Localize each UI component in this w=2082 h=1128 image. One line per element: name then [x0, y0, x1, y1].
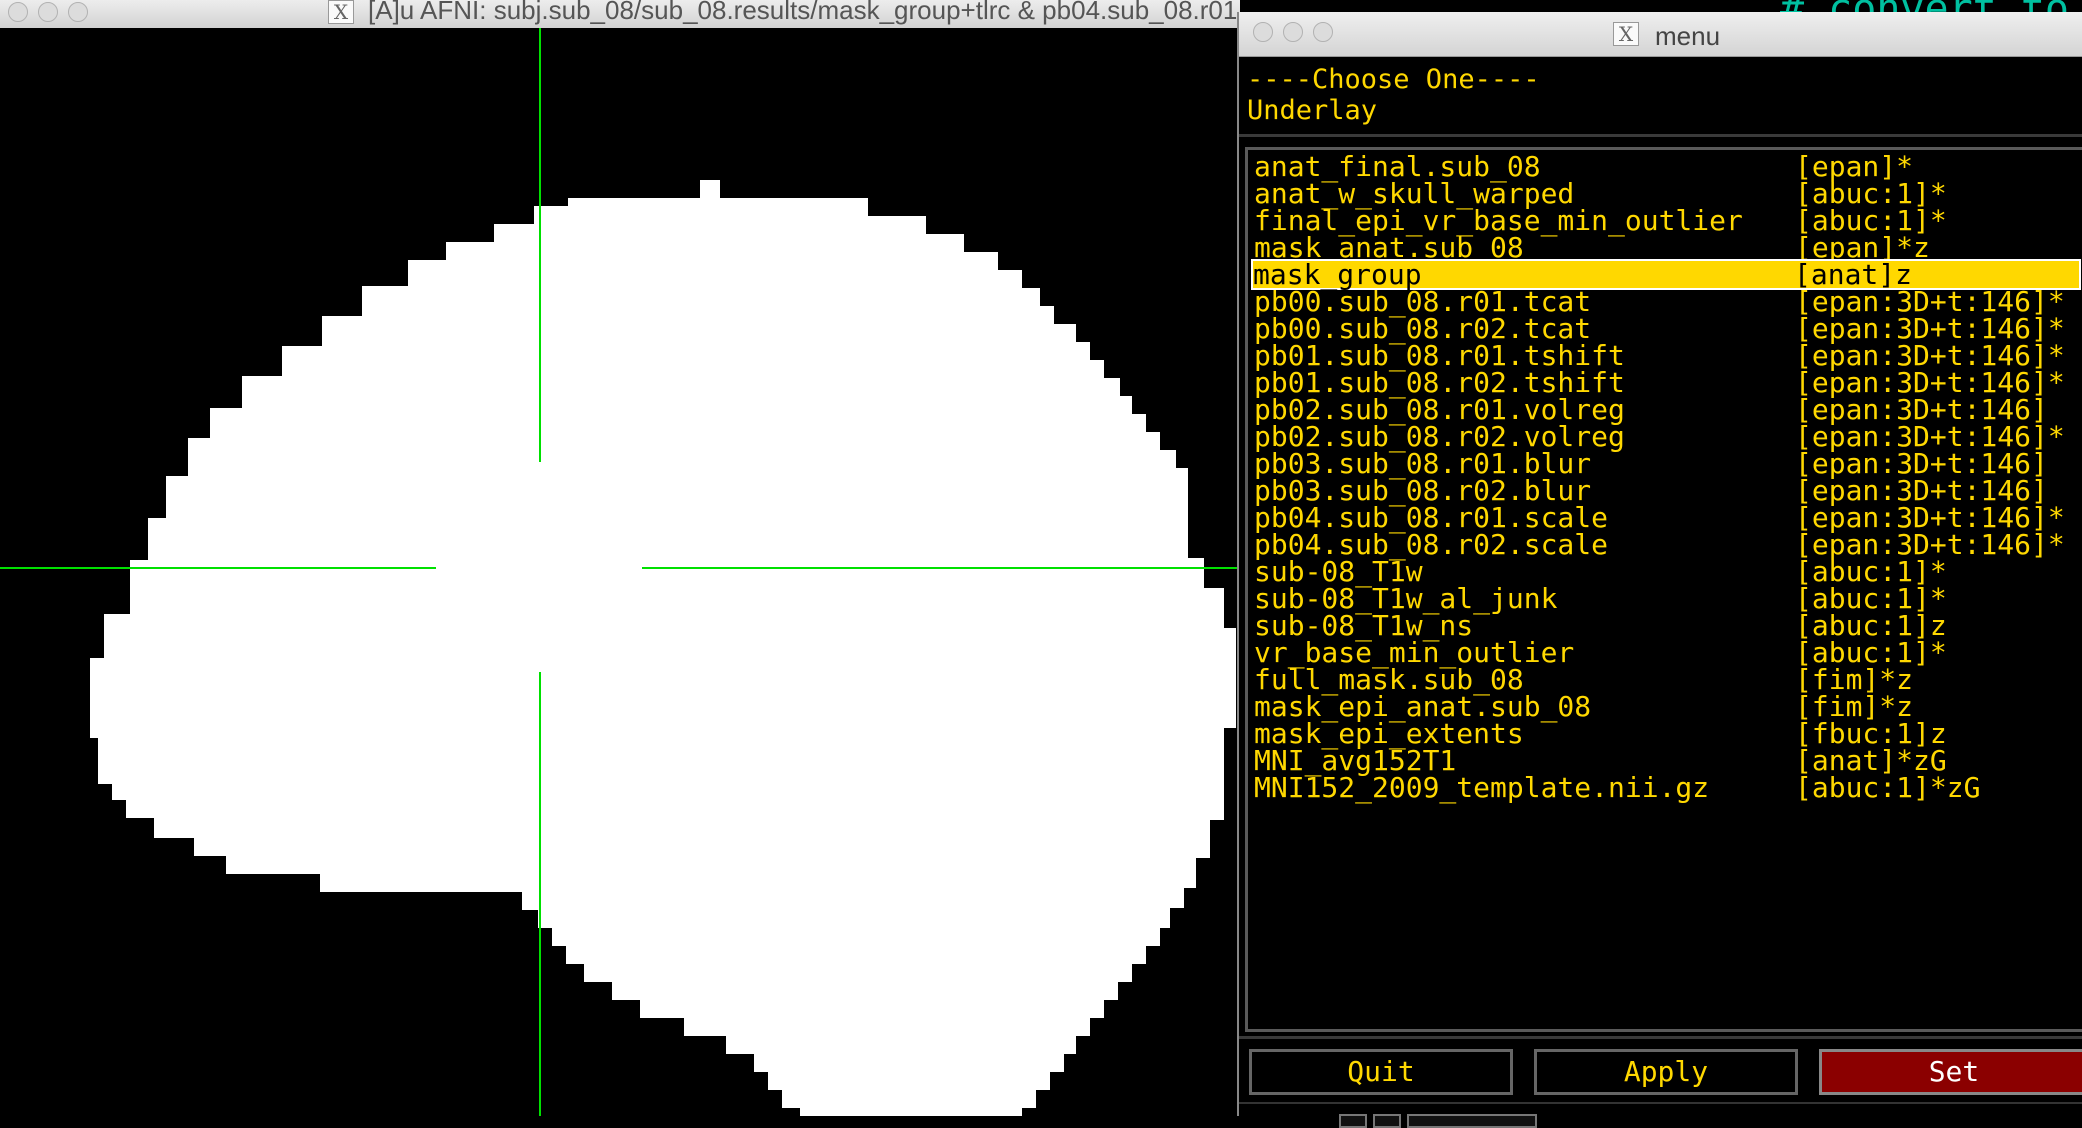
afni-window-title: [A]u AFNI: subj.sub_08/sub_08.results/ma…	[368, 0, 1356, 25]
dataset-name: MNI152_2009_template.nii.gz	[1254, 771, 1710, 804]
dataset-name: pb03.sub_08.r01.blur	[1254, 447, 1592, 480]
dataset-name: mask_group	[1253, 258, 1422, 291]
list-item[interactable]: pb00.sub_08.r02.tcat [epan:3D+t:146]*	[1254, 312, 2080, 345]
dataset-name: pb04.sub_08.r01.scale	[1254, 501, 1609, 534]
dataset-type: [epan:3D+t:146]	[1795, 447, 2048, 480]
dataset-name: vr_base_min_outlier	[1254, 636, 1575, 669]
dataset-type: [abuc:1]*zG	[1795, 771, 1981, 804]
dataset-name: pb04.sub_08.r02.scale	[1254, 528, 1609, 561]
dataset-name: sub-08_T1w_ns	[1254, 609, 1474, 642]
dataset-type: [fim]*z	[1795, 690, 1914, 723]
dataset-name: pb03.sub_08.r02.blur	[1254, 474, 1592, 507]
dataset-name: mask_epi_anat.sub_08	[1254, 690, 1592, 723]
dataset-name: pb02.sub_08.r02.volreg	[1254, 420, 1625, 453]
menu-titlebar: X menu	[1239, 12, 2082, 57]
dataset-name: final_epi_vr_base_min_outlier	[1254, 204, 1743, 237]
list-item-selected[interactable]: mask_group [anat]z	[1251, 258, 2081, 291]
dataset-type: [abuc:1]*	[1795, 555, 1947, 588]
dataset-name: anat_final.sub_08	[1254, 150, 1541, 183]
dataset-name: mask_epi_extents	[1254, 717, 1524, 750]
quit-button[interactable]: Quit	[1249, 1049, 1513, 1095]
x11-icon: X	[328, 0, 354, 24]
dataset-type: [fbuc:1]z	[1795, 717, 1947, 750]
dataset-type: [anat]z	[1794, 258, 1913, 291]
list-item[interactable]: anat_final.sub_08 [epan]*	[1254, 150, 2080, 183]
dataset-name: pb00.sub_08.r02.tcat	[1254, 312, 1592, 345]
dataset-name: MNI_avg152T1	[1254, 744, 1457, 777]
dataset-name: pb01.sub_08.r02.tshift	[1254, 366, 1625, 399]
list-item[interactable]: final_epi_vr_base_min_outlier [abuc:1]*	[1254, 204, 2080, 237]
list-item[interactable]: anat_w_skull_warped [abuc:1]*	[1254, 177, 2080, 210]
dataset-type: [abuc:1]z	[1795, 609, 1947, 642]
menu-header: ----Choose One---- Underlay	[1247, 64, 1540, 126]
dataset-type: [epan:3D+t:146]*	[1795, 312, 2065, 345]
dataset-type: [epan:3D+t:146]*	[1795, 285, 2065, 318]
close-window-button[interactable]	[8, 2, 28, 22]
list-item[interactable]: mask_anat.sub_08 [epan]*z	[1254, 231, 2080, 264]
dataset-name: pb00.sub_08.r01.tcat	[1254, 285, 1592, 318]
minimize-window-button[interactable]	[38, 2, 58, 22]
dataset-type: [epan]*	[1795, 150, 1914, 183]
list-item[interactable]: pb01.sub_08.r02.tshift [epan:3D+t:146]*	[1254, 366, 2080, 399]
afni-titlebar: X [A]u AFNI: subj.sub_08/sub_08.results/…	[0, 0, 1355, 29]
dataset-type: [abuc:1]*	[1795, 177, 1947, 210]
header-divider	[1239, 134, 2082, 137]
dataset-type: [epan:3D+t:146]*	[1795, 366, 2065, 399]
dataset-type: [epan:3D+t:146]	[1795, 474, 2048, 507]
button-bar: Quit Apply Set	[1239, 1036, 2082, 1103]
list-item[interactable]: pb00.sub_08.r01.tcat [epan:3D+t:146]*	[1254, 285, 2080, 318]
mask-image[interactable]	[0, 28, 1240, 1116]
menu-minimize-button[interactable]	[1283, 22, 1303, 42]
dataset-name: anat_w_skull_warped	[1254, 177, 1575, 210]
dataset-type: [epan:3D+t:146]*	[1795, 339, 2065, 372]
choose-one-label: ----Choose One----	[1247, 64, 1540, 95]
dataset-name: mask_anat.sub_08	[1254, 231, 1524, 264]
list-item[interactable]: pb01.sub_08.r01.tshift [epan:3D+t:146]*	[1254, 339, 2080, 372]
x11-icon: X	[1613, 22, 1639, 46]
set-button[interactable]: Set	[1819, 1049, 2082, 1095]
dataset-type: [abuc:1]*	[1795, 204, 1947, 237]
image-viewer[interactable]	[0, 28, 1240, 1116]
arrow-button[interactable]	[1373, 1114, 1401, 1128]
dataset-type: [epan:3D+t:146]*	[1795, 528, 2065, 561]
list-item[interactable]: pb03.sub_08.r02.blur [epan:3D+t:146]	[1254, 474, 2080, 507]
list-item[interactable]: mask_epi_extents [fbuc:1]z	[1254, 717, 2080, 750]
list-item[interactable]: sub-08_T1w_al_junk [abuc:1]*	[1254, 582, 2080, 615]
dataset-type: [anat]*zG	[1795, 744, 1947, 777]
list-item[interactable]: pb04.sub_08.r02.scale [epan:3D+t:146]*	[1254, 528, 2080, 561]
dataset-type: [epan:3D+t:146]	[1795, 393, 2048, 426]
menu-window-title: menu	[1655, 21, 1721, 51]
menu-zoom-button[interactable]	[1313, 22, 1333, 42]
dataset-type: [epan:3D+t:146]*	[1795, 420, 2065, 453]
list-item[interactable]: MNI152_2009_template.nii.gz [abuc:1]*zG	[1254, 771, 2080, 804]
dataset-type: [fim]*z	[1795, 663, 1914, 696]
list-item[interactable]: pb03.sub_08.r01.blur [epan:3D+t:146]	[1254, 447, 2080, 480]
list-item[interactable]: mask_epi_anat.sub_08 [fim]*z	[1254, 690, 2080, 723]
dataset-name: full_mask.sub_08	[1254, 663, 1524, 696]
arrow-button[interactable]	[1339, 1114, 1367, 1128]
dataset-type: [epan]*z	[1795, 231, 1930, 264]
zoom-window-button[interactable]	[68, 2, 88, 22]
menu-window: X menu ----Choose One---- Underlay anat_…	[1237, 12, 2082, 1128]
list-item[interactable]: sub-08_T1w [abuc:1]*	[1254, 555, 2080, 588]
list-item[interactable]: MNI_avg152T1 [anat]*zG	[1254, 744, 2080, 777]
list-item[interactable]: full_mask.sub_08 [fim]*z	[1254, 663, 2080, 696]
list-item[interactable]: pb04.sub_08.r01.scale [epan:3D+t:146]*	[1254, 501, 2080, 534]
apply-button[interactable]: Apply	[1534, 1049, 1798, 1095]
dataset-name: sub-08_T1w	[1254, 555, 1423, 588]
dataset-list[interactable]: anat_final.sub_08 [epan]* anat_w_skull_wa…	[1245, 147, 2082, 1032]
underlay-label: Underlay	[1247, 95, 1378, 126]
menu-close-button[interactable]	[1253, 22, 1273, 42]
list-item[interactable]: pb02.sub_08.r01.volreg [epan:3D+t:146]	[1254, 393, 2080, 426]
list-item[interactable]: pb02.sub_08.r02.volreg [epan:3D+t:146]*	[1254, 420, 2080, 453]
dataset-name: pb01.sub_08.r01.tshift	[1254, 339, 1625, 372]
dataset-name: pb02.sub_08.r01.volreg	[1254, 393, 1625, 426]
dataset-name: sub-08_T1w_al_junk	[1254, 582, 1558, 615]
dataset-type: [epan:3D+t:146]*	[1795, 501, 2065, 534]
dataset-type: [abuc:1]*	[1795, 582, 1947, 615]
list-item[interactable]: sub-08_T1w_ns [abuc:1]z	[1254, 609, 2080, 642]
text-field[interactable]	[1407, 1114, 1537, 1128]
list-item[interactable]: vr_base_min_outlier [abuc:1]*	[1254, 636, 2080, 669]
dataset-type: [abuc:1]*	[1795, 636, 1947, 669]
